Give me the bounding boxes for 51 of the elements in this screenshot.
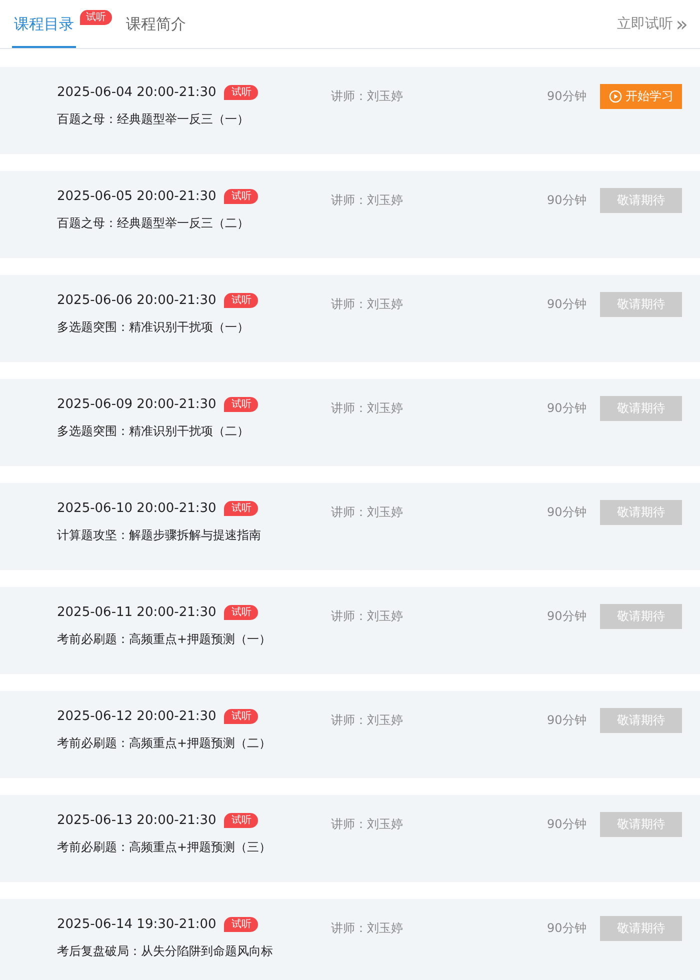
lesson-time: 2025-06-10 20:00-21:30 xyxy=(57,501,216,516)
lesson-title: 多选题突围：精准识别干扰项（二） xyxy=(57,423,250,440)
lesson-title: 考前必刷题：高频重点+押题预测（三） xyxy=(57,839,272,856)
lesson-title: 计算题攻坚：解题步骤拆解与提速指南 xyxy=(57,527,262,544)
teacher-name: 讲师：刘玉婷 xyxy=(331,400,404,417)
trial-badge: 试听 xyxy=(224,501,258,516)
teacher-name: 讲师：刘玉婷 xyxy=(331,504,404,521)
trial-badge: 试听 xyxy=(224,917,258,932)
teacher-name: 讲师：刘玉婷 xyxy=(331,192,404,209)
lesson-duration: 90分钟 xyxy=(547,400,588,417)
lesson-duration: 90分钟 xyxy=(547,504,588,521)
teacher-name: 讲师：刘玉婷 xyxy=(331,816,404,833)
lesson-title: 考前必刷题：高频重点+押题预测（二） xyxy=(57,735,272,752)
trial-badge: 试听 xyxy=(224,293,258,308)
trial-badge: 试听 xyxy=(224,189,258,204)
lesson-title: 百题之母：经典题型举一反三（二） xyxy=(57,215,250,232)
try-now-link[interactable]: 立即试听» xyxy=(616,14,700,34)
trial-badge: 试听 xyxy=(224,605,258,620)
lesson-title: 考前必刷题：高频重点+押题预测（一） xyxy=(57,631,272,648)
teacher-name: 讲师：刘玉婷 xyxy=(331,608,404,625)
lesson-title: 考后复盘破局：从失分陷阱到命题风向标 xyxy=(57,943,274,960)
lesson-duration: 90分钟 xyxy=(547,608,588,625)
lesson-time: 2025-06-13 20:00-21:30 xyxy=(57,813,216,828)
lesson-title: 百题之母：经典题型举一反三（一） xyxy=(57,111,250,128)
lesson-time: 2025-06-04 20:00-21:30 xyxy=(57,85,216,100)
lesson-duration: 90分钟 xyxy=(547,88,588,105)
tab[interactable]: 课程目录 xyxy=(12,0,76,48)
lesson-time: 2025-06-11 20:00-21:30 xyxy=(57,605,216,620)
lesson-duration: 90分钟 xyxy=(547,816,588,833)
trial-badge: 试听 xyxy=(224,397,258,412)
teacher-name: 讲师：刘玉婷 xyxy=(331,296,404,313)
lesson-title: 多选题突围：精准识别干扰项（一） xyxy=(57,319,250,336)
lesson-duration: 90分钟 xyxy=(547,712,588,729)
lesson-duration: 90分钟 xyxy=(547,296,588,313)
lesson-duration: 90分钟 xyxy=(547,920,588,937)
teacher-name: 讲师：刘玉婷 xyxy=(331,920,404,937)
lesson-time: 2025-06-05 20:00-21:30 xyxy=(57,189,216,204)
start-study-button[interactable]: 开始学习 xyxy=(600,84,682,109)
trial-badge: 试听 xyxy=(224,709,258,724)
lesson-time: 2025-06-06 20:00-21:30 xyxy=(57,293,216,308)
lesson-time: 2025-06-09 20:00-21:30 xyxy=(57,397,216,412)
teacher-name: 讲师：刘玉婷 xyxy=(331,712,404,729)
lesson-time: 2025-06-12 20:00-21:30 xyxy=(57,709,216,724)
play-icon xyxy=(608,90,622,103)
trial-badge: 试听 xyxy=(224,85,258,100)
lesson-duration: 90分钟 xyxy=(547,192,588,209)
trial-badge: 试听 xyxy=(224,813,258,828)
lesson-time: 2025-06-14 19:30-21:00 xyxy=(57,917,216,932)
tab[interactable]: 课程简介 xyxy=(124,0,188,48)
trial-badge: 试听 xyxy=(80,10,112,25)
teacher-name: 讲师：刘玉婷 xyxy=(331,88,404,105)
